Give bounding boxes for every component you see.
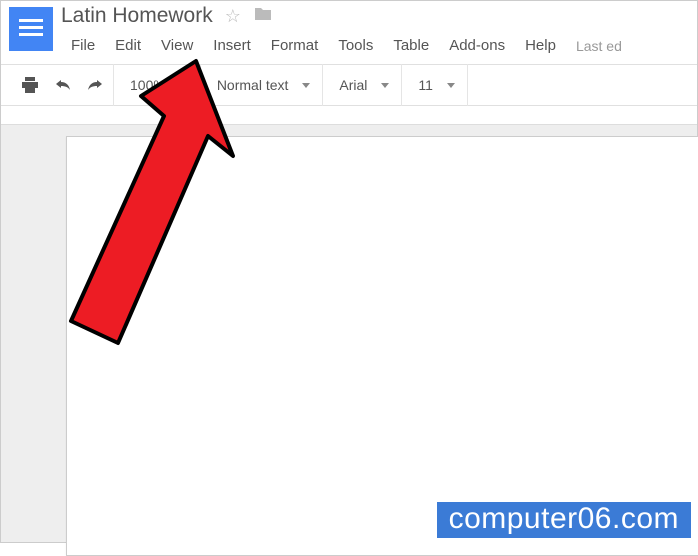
font-family-value: Arial (335, 77, 371, 93)
menu-insert[interactable]: Insert (203, 33, 261, 58)
folder-icon[interactable] (253, 6, 273, 27)
horizontal-ruler[interactable] (1, 109, 697, 125)
paragraph-style-select[interactable]: Normal text (203, 64, 321, 106)
toolbar-separator (113, 64, 114, 106)
watermark: computer06.com (437, 502, 691, 538)
zoom-select[interactable]: 100% (116, 64, 198, 106)
menu-format[interactable]: Format (261, 33, 329, 58)
chevron-down-icon (180, 83, 188, 88)
menu-file[interactable]: File (61, 33, 105, 58)
menu-view[interactable]: View (151, 33, 203, 58)
document-title[interactable]: Latin Homework (61, 4, 213, 28)
menu-edit[interactable]: Edit (105, 33, 151, 58)
zoom-value: 100% (126, 77, 170, 93)
font-family-select[interactable]: Arial (325, 64, 399, 106)
star-icon[interactable]: ☆ (225, 6, 241, 27)
print-button[interactable] (13, 64, 47, 106)
menu-help[interactable]: Help (515, 33, 566, 58)
chevron-down-icon (447, 83, 455, 88)
font-size-value: 11 (414, 77, 437, 93)
document-page[interactable] (66, 136, 698, 556)
chevron-down-icon (302, 83, 310, 88)
last-edit-status: Last ed (566, 38, 622, 54)
paragraph-style-value: Normal text (213, 77, 293, 93)
chevron-down-icon (381, 83, 389, 88)
redo-button[interactable] (79, 64, 111, 106)
toolbar-separator (467, 64, 468, 106)
undo-button[interactable] (47, 64, 79, 106)
docs-logo[interactable] (9, 7, 53, 51)
menu-table[interactable]: Table (383, 33, 439, 58)
menu-tools[interactable]: Tools (328, 33, 383, 58)
menu-bar: File Edit View Insert Format Tools Table… (61, 33, 697, 58)
toolbar-separator (322, 64, 323, 106)
menu-addons[interactable]: Add-ons (439, 33, 515, 58)
font-size-select[interactable]: 11 (404, 64, 465, 106)
toolbar-separator (200, 64, 201, 106)
toolbar-separator (401, 64, 402, 106)
toolbar: 100% Normal text Arial 11 (1, 64, 697, 106)
